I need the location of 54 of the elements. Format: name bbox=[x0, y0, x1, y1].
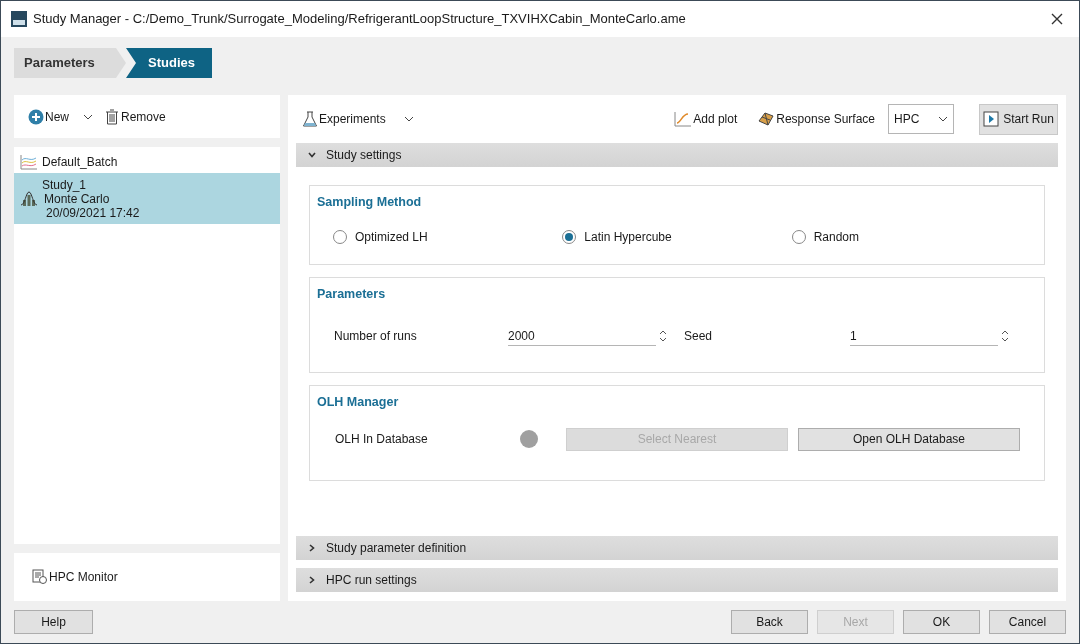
radio-option[interactable]: Optimized LH bbox=[333, 227, 563, 246]
study-text: Default_Batch bbox=[42, 155, 118, 169]
dialog-button[interactable]: Back bbox=[731, 610, 808, 634]
line-chart-icon bbox=[674, 111, 693, 127]
study-text: Study_1 bbox=[42, 177, 88, 192]
remove-button[interactable]: Remove bbox=[105, 107, 166, 126]
study-list-item[interactable]: Study_1 Monte Carlo 20/09/2021 17:42 bbox=[14, 173, 280, 224]
status-indicator-icon bbox=[520, 430, 538, 449]
group-title: Sampling Method bbox=[316, 194, 423, 211]
bell-curve-bars-icon bbox=[20, 190, 38, 207]
flask-icon bbox=[302, 111, 318, 127]
experiments-button[interactable]: Experiments bbox=[302, 110, 386, 128]
section-header[interactable]: Study parameter definition bbox=[296, 536, 1058, 560]
chevron-down-icon bbox=[308, 152, 316, 158]
group-title: Parameters bbox=[316, 286, 387, 303]
start-run-button[interactable]: Start Run bbox=[979, 103, 1058, 135]
radio-option[interactable]: Latin Hypercube bbox=[562, 227, 792, 246]
plus-circle-icon bbox=[28, 108, 44, 125]
surface-mesh-icon bbox=[757, 111, 776, 127]
play-icon bbox=[983, 111, 1000, 127]
trash-icon bbox=[105, 108, 119, 125]
spin-field[interactable]: 1 bbox=[850, 325, 1010, 346]
radio-icon[interactable] bbox=[791, 229, 806, 244]
document-magnifier-icon bbox=[32, 569, 48, 585]
field-label: OLH In Database bbox=[334, 431, 429, 449]
section-header[interactable]: Study settings bbox=[296, 143, 1058, 167]
study-text: Monte Carlo bbox=[44, 191, 111, 206]
close-icon bbox=[1051, 13, 1063, 25]
dialog-button[interactable]: OK bbox=[903, 610, 980, 634]
run-target-dropdown[interactable]: HPC bbox=[888, 104, 954, 134]
hpc-monitor-button[interactable]: HPC Monitor bbox=[32, 568, 118, 586]
breadcrumb-tab[interactable]: Parameters bbox=[14, 48, 128, 78]
field-label: Number of runs bbox=[334, 327, 418, 345]
window-title: Study Manager - C:/Demo_Trunk/Surrogate_Modeling/RefrigerantLoopStructure_TXVIHXCabin_MonteCarlo.ame bbox=[33, 10, 687, 29]
field-label: Seed bbox=[684, 327, 714, 345]
study-text: 20/09/2021 17:42 bbox=[45, 205, 140, 220]
radio-icon[interactable] bbox=[562, 229, 577, 244]
radio-icon[interactable] bbox=[333, 229, 347, 244]
chart-lines-icon bbox=[20, 154, 38, 170]
app-logo-icon bbox=[11, 11, 27, 27]
chevron-right-icon bbox=[309, 544, 315, 552]
chevron-down-icon bbox=[938, 116, 948, 122]
olh-button[interactable]: Open OLH Database bbox=[798, 427, 1020, 451]
breadcrumb-tab[interactable]: Studies bbox=[126, 48, 212, 78]
new-button[interactable]: New bbox=[28, 107, 69, 126]
section-header[interactable]: HPC run settings bbox=[296, 568, 1058, 592]
chevron-right-icon bbox=[309, 576, 315, 584]
response-surface-button[interactable]: Response Surface bbox=[757, 110, 875, 128]
group-title: OLH Manager bbox=[316, 394, 400, 411]
radio-option[interactable]: Random bbox=[791, 227, 1021, 246]
spin-field[interactable]: 2000 bbox=[508, 325, 668, 346]
help-button[interactable]: Help bbox=[14, 610, 93, 634]
add-plot-button[interactable]: Add plot bbox=[674, 110, 738, 128]
dialog-button[interactable]: Cancel bbox=[989, 610, 1066, 634]
